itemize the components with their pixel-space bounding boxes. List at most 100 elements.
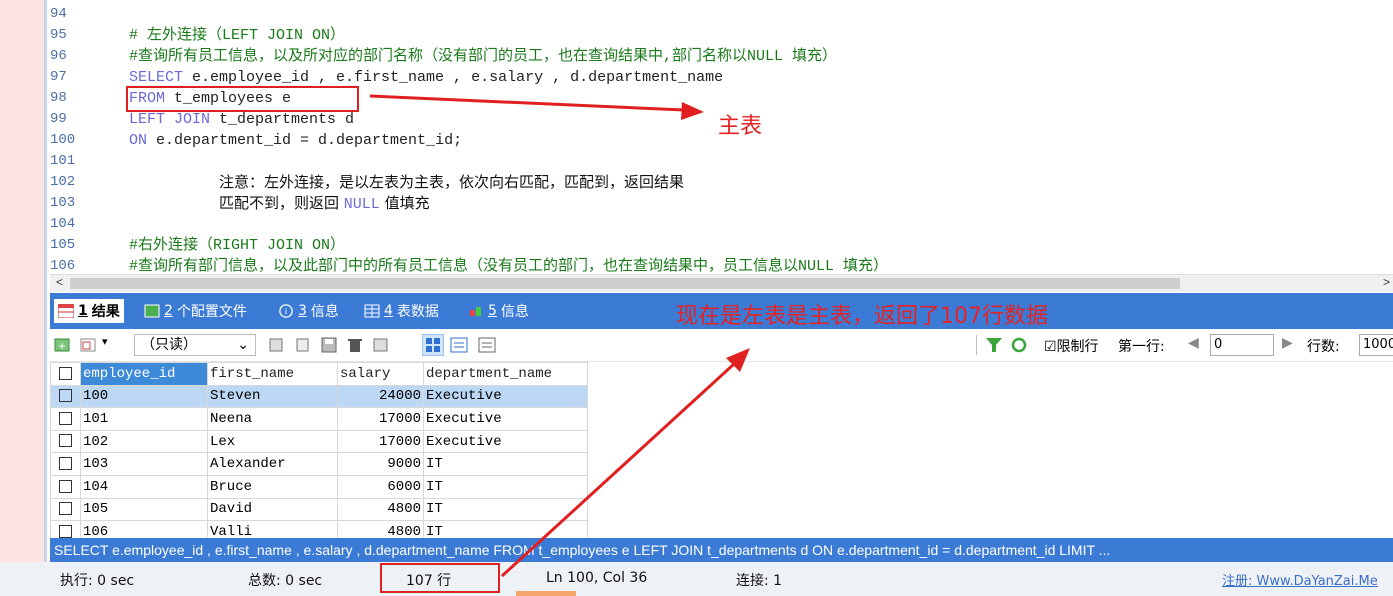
editor-line[interactable]: 97 SELECT e.employee_id , e.first_name , …	[50, 67, 1393, 88]
prev-page-icon[interactable]: ◀	[1188, 335, 1199, 351]
editor-line[interactable]: 101	[50, 151, 1393, 172]
table-row[interactable]: 106 Valli 4800 IT	[50, 520, 588, 538]
limit-rows-checkbox[interactable]: ☑限制行	[1044, 336, 1099, 356]
cursor-position: Ln 100, Col 36	[546, 570, 648, 586]
text-mode-icon[interactable]	[478, 336, 496, 354]
note-text-part: 值填充	[379, 194, 430, 212]
editor-line[interactable]: 103 匹配不到，则返回 NULL 值填充	[50, 193, 1393, 214]
save-icon[interactable]	[320, 336, 338, 354]
cell-department-name[interactable]: IT	[423, 497, 588, 522]
table-row[interactable]: 102 Lex 17000 Executive	[50, 429, 588, 454]
main-table-annotation: 主表	[718, 114, 763, 139]
column-header-department-name[interactable]: department_name	[423, 362, 588, 386]
scroll-left-icon[interactable]: <	[56, 275, 63, 289]
cell-first-name[interactable]: David	[207, 497, 338, 522]
scroll-right-icon[interactable]: >	[1383, 275, 1390, 289]
cell-salary[interactable]: 9000	[337, 452, 424, 476]
select-all-checkbox[interactable]	[50, 362, 81, 386]
form-view-icon[interactable]	[80, 336, 98, 354]
row-checkbox[interactable]	[50, 497, 81, 522]
row-checkbox[interactable]	[50, 384, 81, 409]
column-header-first-name[interactable]: first_name	[207, 362, 338, 386]
editor-line[interactable]: 106 #查询所有部门信息，以及此部门中的所有员工信息（没有员工的部门，也在查询结…	[50, 256, 1393, 274]
cell-first-name[interactable]: Steven	[207, 384, 338, 409]
code-text: #查询所有员工信息，以及所对应的部门名称（没有部门的员工，也在查询结果中,部门名…	[129, 46, 837, 67]
row-checkbox[interactable]	[50, 452, 81, 476]
editor-line[interactable]: 94	[50, 4, 1393, 25]
line-number: 100	[50, 132, 76, 148]
form-mode-icon[interactable]	[450, 336, 468, 354]
refresh-view-icon[interactable]	[372, 336, 390, 354]
cell-salary[interactable]: 24000	[337, 384, 424, 409]
row-checkbox[interactable]	[50, 520, 81, 538]
code-fragment: t_departments d	[210, 111, 355, 128]
table-row[interactable]: 105 David 4800 IT	[50, 497, 588, 522]
table-row[interactable]: 100 Steven 24000 Executive	[50, 384, 588, 409]
tab-profiles[interactable]: 2 个配置文件	[144, 301, 247, 321]
tab-info-2[interactable]: 5 信息	[468, 301, 529, 321]
cell-first-name[interactable]: Alexander	[207, 452, 338, 476]
readonly-select[interactable]: （只读） ⌄	[134, 334, 256, 356]
grid-view-icon[interactable]	[422, 334, 444, 356]
cell-first-name[interactable]: Neena	[207, 407, 338, 431]
register-link[interactable]: 注册: Www.DaYanZai.Me	[1222, 570, 1378, 589]
cell-department-name[interactable]: Executive	[423, 429, 588, 454]
cell-salary[interactable]: 4800	[337, 520, 424, 538]
cell-department-name[interactable]: IT	[423, 474, 588, 499]
table-row[interactable]: 104 Bruce 6000 IT	[50, 474, 588, 499]
cell-department-name[interactable]: IT	[423, 520, 588, 538]
paste-icon[interactable]	[294, 336, 312, 354]
tab-table-data[interactable]: 4 表数据	[364, 301, 439, 321]
total-time: 总数: 0 sec	[248, 573, 323, 589]
results-grid-icon	[58, 304, 74, 318]
readonly-select-value: （只读）	[141, 337, 197, 353]
filter-icon[interactable]	[985, 336, 1003, 354]
editor-line[interactable]: 102 注意：左外连接，是以左表为主表，依次向右匹配，匹配到，返回结果	[50, 172, 1393, 193]
cell-salary[interactable]: 17000	[337, 429, 424, 454]
delete-icon[interactable]	[346, 336, 364, 354]
cell-salary[interactable]: 6000	[337, 474, 424, 499]
row-checkbox[interactable]	[50, 407, 81, 431]
cell-employee-id[interactable]: 100	[80, 384, 208, 409]
dropdown-arrow-icon[interactable]: ▾	[102, 335, 108, 348]
cell-employee-id[interactable]: 101	[80, 407, 208, 431]
row-checkbox[interactable]	[50, 429, 81, 454]
editor-line[interactable]: 104	[50, 214, 1393, 235]
tab-info[interactable]: i 3 信息	[278, 301, 339, 321]
cell-employee-id[interactable]: 103	[80, 452, 208, 476]
tab-results[interactable]: 1 结果	[54, 299, 124, 323]
editor-line[interactable]: 96 #查询所有员工信息，以及所对应的部门名称（没有部门的员工，也在查询结果中,部…	[50, 46, 1393, 67]
row-checkbox[interactable]	[50, 474, 81, 499]
line-number: 104	[50, 216, 76, 232]
cell-department-name[interactable]: Executive	[423, 384, 588, 409]
column-header-employee-id[interactable]: employee_id	[80, 362, 208, 386]
cell-first-name[interactable]: Bruce	[207, 474, 338, 499]
editor-horizontal-scrollbar[interactable]: < >	[50, 274, 1393, 292]
editor-note-text: 匹配不到，则返回 NULL 值填充	[219, 193, 430, 215]
cell-department-name[interactable]: IT	[423, 452, 588, 476]
cell-salary[interactable]: 4800	[337, 497, 424, 522]
note-text-part: 匹配不到，则返回	[219, 194, 344, 212]
next-page-icon[interactable]: ▶	[1282, 335, 1293, 351]
cell-first-name[interactable]: Valli	[207, 520, 338, 538]
cell-employee-id[interactable]: 104	[80, 474, 208, 499]
cell-employee-id[interactable]: 105	[80, 497, 208, 522]
cell-department-name[interactable]: Executive	[423, 407, 588, 431]
first-row-input[interactable]: 0	[1210, 334, 1274, 356]
column-header-salary[interactable]: salary	[337, 362, 424, 386]
editor-line[interactable]: 105 #右外连接（RIGHT JOIN ON）	[50, 235, 1393, 256]
row-count-input[interactable]: 1000	[1359, 334, 1393, 356]
table-row[interactable]: 101 Neena 17000 Executive	[50, 407, 588, 431]
cell-employee-id[interactable]: 102	[80, 429, 208, 454]
cell-first-name[interactable]: Lex	[207, 429, 338, 454]
scrollbar-thumb[interactable]	[70, 278, 1180, 289]
editor-line[interactable]: 95 # 左外连接（LEFT JOIN ON）	[50, 25, 1393, 46]
add-row-icon[interactable]: +	[54, 336, 72, 354]
copy-row-icon[interactable]	[268, 336, 286, 354]
tab-table-data-label: 表数据	[396, 304, 439, 320]
cell-employee-id[interactable]: 106	[80, 520, 208, 538]
table-row[interactable]: 103 Alexander 9000 IT	[50, 452, 588, 476]
connection-count: 连接: 1	[736, 573, 783, 589]
cell-salary[interactable]: 17000	[337, 407, 424, 431]
refresh-icon[interactable]	[1010, 336, 1028, 354]
